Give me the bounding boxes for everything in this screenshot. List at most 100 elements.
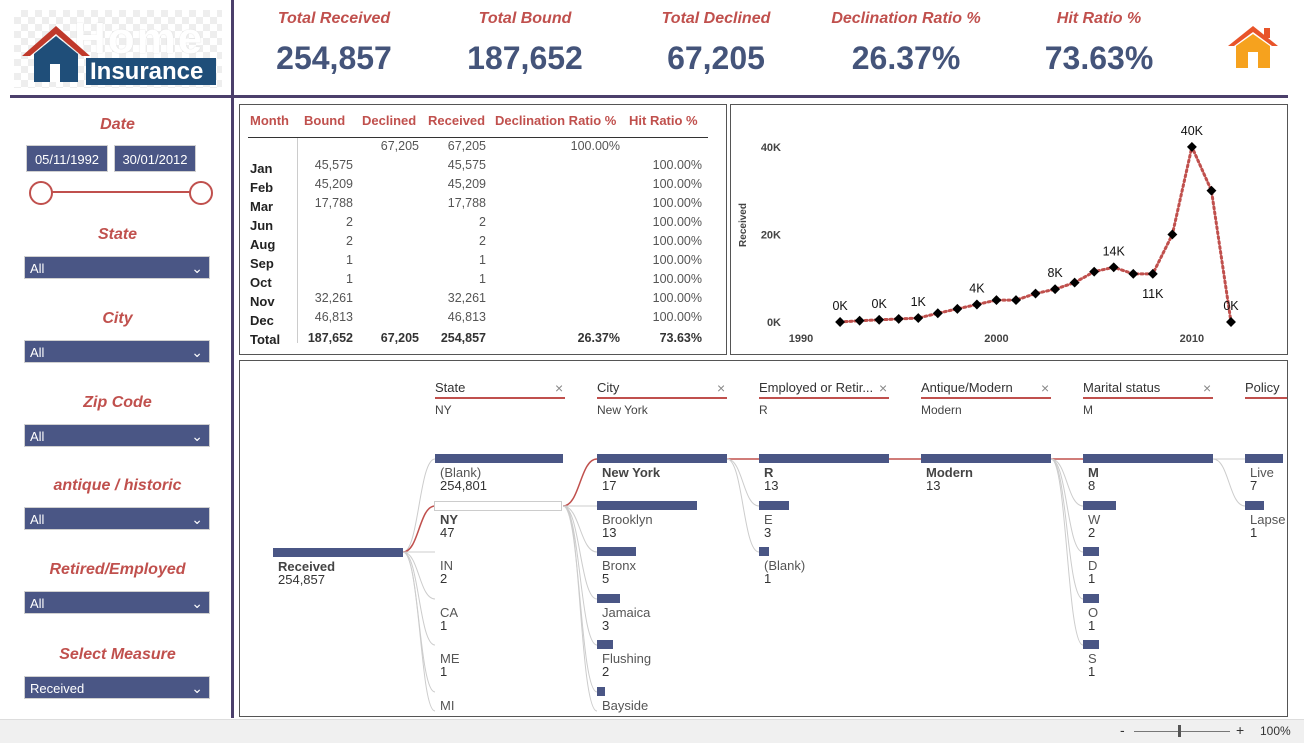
date-slider-track[interactable]	[40, 191, 200, 193]
node-bar[interactable]	[435, 454, 563, 463]
kpi-value: 187,652	[467, 40, 583, 76]
row-month-label: Mar	[250, 199, 274, 214]
house-logo-icon	[22, 26, 90, 82]
level-header-policy[interactable]: Policy	[1245, 380, 1287, 395]
node-bar[interactable]	[1083, 594, 1099, 603]
zoom-in-button[interactable]: +	[1236, 722, 1244, 738]
node-bar[interactable]	[921, 454, 1051, 463]
zoom-slider-thumb[interactable]	[1178, 725, 1181, 737]
level-header-state[interactable]: State	[435, 380, 565, 395]
col-header-declined[interactable]: Declined	[362, 113, 416, 128]
kpi-label: Total Bound	[478, 10, 572, 27]
close-icon[interactable]: ×	[879, 380, 887, 396]
level-header-underline	[435, 397, 565, 399]
data-point-marker	[893, 313, 904, 324]
level-header-underline	[597, 397, 727, 399]
y-tick-label: 0K	[767, 317, 781, 329]
level-header-marital-status[interactable]: Marital status	[1083, 380, 1213, 395]
retired-filter-label: Retired/Employed	[49, 561, 186, 578]
data-label: 40K	[1181, 124, 1204, 138]
table-cell: 45,575	[447, 158, 486, 172]
zoom-level: 100%	[1260, 724, 1291, 738]
zip-dropdown[interactable]: All ⌄	[24, 424, 210, 447]
data-label: 0K	[832, 299, 848, 313]
node-bar[interactable]	[759, 501, 789, 510]
kpi-label: Total Declined	[661, 10, 771, 27]
col-header-declination-ratio[interactable]: Declination Ratio %	[495, 113, 616, 128]
node-value: 47	[440, 525, 455, 540]
table-cell: 1	[479, 272, 486, 286]
close-icon[interactable]: ×	[717, 380, 725, 396]
close-icon[interactable]: ×	[1041, 380, 1049, 396]
data-point-marker	[1206, 185, 1217, 196]
node-bar[interactable]	[597, 687, 605, 696]
zoom-out-button[interactable]: -	[1120, 722, 1125, 738]
level-header-city[interactable]: City	[597, 380, 727, 395]
node-value: 1	[1088, 618, 1096, 633]
node-bar[interactable]	[1083, 454, 1213, 463]
data-label: 11K	[1142, 287, 1164, 301]
connector	[402, 458, 436, 553]
table-cell: 100.00%	[652, 310, 702, 324]
node-bar[interactable]	[1083, 640, 1099, 649]
measure-dropdown[interactable]: Received ⌄	[24, 676, 210, 699]
node-bar[interactable]	[1245, 454, 1283, 463]
data-label: 14K	[1103, 244, 1126, 258]
zoom-slider-track[interactable]	[1134, 731, 1230, 732]
row-month-label: Jan	[250, 161, 273, 176]
table-cell: 100.00%	[652, 291, 702, 305]
table-cell: 100.00%	[652, 177, 702, 191]
data-point-marker	[1069, 277, 1080, 288]
table-cell: 17,788	[314, 196, 353, 210]
table-cell: 100.00%	[652, 158, 702, 172]
retired-dropdown[interactable]: All ⌄	[24, 591, 210, 614]
data-label: 0K	[872, 297, 888, 311]
home-icon[interactable]	[1226, 24, 1280, 70]
city-dropdown[interactable]: All ⌄	[24, 340, 210, 363]
table-cell: 100.00%	[652, 253, 702, 267]
close-icon[interactable]: ×	[1203, 380, 1211, 396]
node-value: 2	[602, 664, 610, 679]
data-point-marker	[1128, 268, 1139, 279]
level-header-employed-or-retir[interactable]: Employed or Retir...	[759, 380, 889, 395]
date-end-input[interactable]: 30/01/2012	[114, 145, 196, 172]
date-slider-end-handle[interactable]	[189, 181, 213, 205]
node-bar-selected[interactable]	[434, 501, 562, 511]
state-dropdown[interactable]: All ⌄	[24, 256, 210, 279]
node-bar[interactable]	[597, 501, 697, 510]
date-slider-start-handle[interactable]	[29, 181, 53, 205]
antique-dropdown[interactable]: All ⌄	[24, 507, 210, 530]
connector	[1212, 458, 1246, 507]
node-bar[interactable]	[597, 454, 727, 463]
month-matrix-table: Month Bound Declined Received Declinatio…	[239, 104, 727, 355]
close-icon[interactable]: ×	[555, 380, 563, 396]
col-header-month[interactable]: Month	[250, 113, 289, 128]
col-header-bound[interactable]: Bound	[304, 113, 345, 128]
col-header-received[interactable]: Received	[428, 113, 485, 128]
antique-filter-label: antique / historic	[53, 477, 182, 494]
data-point-marker	[1226, 317, 1236, 327]
table-cell: 45,209	[314, 177, 353, 191]
level-header-antique-modern[interactable]: Antique/Modern	[921, 380, 1051, 395]
node-value: 1	[1250, 525, 1258, 540]
table-cell: 32,261	[447, 291, 486, 305]
node-bar[interactable]	[597, 594, 620, 603]
node-bar[interactable]	[759, 547, 769, 556]
col-header-hit-ratio[interactable]: Hit Ratio %	[629, 113, 698, 128]
table-cell: 67,205	[447, 139, 486, 153]
node-bar[interactable]	[1083, 501, 1116, 510]
date-start-input[interactable]: 05/11/1992	[26, 145, 108, 172]
table-cell: 17,788	[447, 196, 486, 210]
date-filter-label: Date	[100, 116, 135, 133]
node-value: 1	[440, 618, 448, 633]
node-bar[interactable]	[1245, 501, 1264, 510]
node-bar[interactable]	[759, 454, 889, 463]
table-cell: 32,261	[314, 291, 353, 305]
node-bar[interactable]	[597, 640, 613, 649]
connector	[1050, 458, 1084, 600]
zip-dropdown-value: All	[30, 429, 45, 444]
node-bar[interactable]	[597, 547, 636, 556]
total-cell: 254,857	[440, 331, 486, 345]
root-bar[interactable]	[273, 548, 403, 557]
node-bar[interactable]	[1083, 547, 1099, 556]
